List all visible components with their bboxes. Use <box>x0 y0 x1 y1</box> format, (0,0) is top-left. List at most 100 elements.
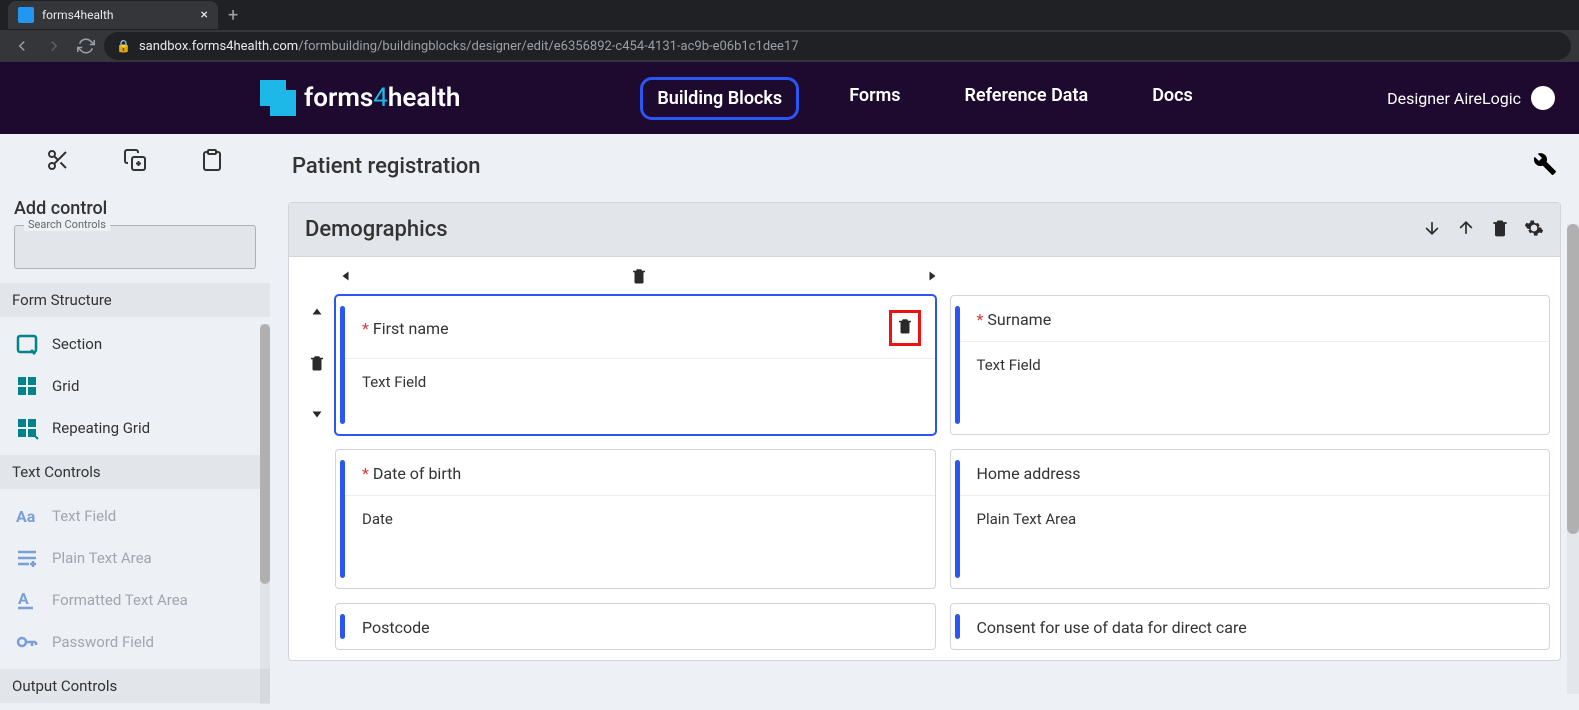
back-button[interactable] <box>8 32 36 60</box>
plain-text-area-icon <box>14 545 40 571</box>
control-label: Formatted Text Area <box>52 591 188 609</box>
repeating-grid-icon <box>14 415 40 441</box>
text-field-icon: Aa <box>14 503 40 529</box>
section-title: Demographics <box>305 217 448 242</box>
section-delete-button[interactable] <box>1490 218 1510 242</box>
sidebar-scrollbar[interactable] <box>260 324 270 704</box>
section-settings-button[interactable] <box>1524 218 1544 242</box>
address-bar: 🔒 sandbox.forms4health.com/formbuilding/… <box>0 30 1579 62</box>
user-name: Designer AireLogic <box>1387 89 1521 108</box>
control-label: Repeating Grid <box>52 419 150 437</box>
control-label: Text Field <box>52 507 116 525</box>
col-delete-button[interactable] <box>630 267 648 289</box>
group-text-controls-header[interactable]: Text Controls <box>0 455 270 489</box>
row-delete-button[interactable] <box>308 354 326 376</box>
section-demographics: Demographics <box>288 202 1561 661</box>
add-control-panel: Add control Search Controls <box>0 190 270 283</box>
favicon-icon <box>18 7 34 23</box>
lock-icon: 🔒 <box>116 39 131 53</box>
canvas-scroll-thumb[interactable] <box>1567 224 1579 534</box>
required-mark: * <box>362 319 369 338</box>
control-repeating-grid[interactable]: Repeating Grid <box>0 407 270 449</box>
field-label: Surname <box>987 310 1051 329</box>
field-label: First name <box>373 319 449 338</box>
field-surname[interactable]: * Surname Text Field <box>950 295 1551 435</box>
control-section[interactable]: Section <box>0 323 270 365</box>
browser-chrome: forms4health × + 🔒 sandbox.forms4health.… <box>0 0 1579 62</box>
search-controls-input[interactable] <box>14 225 256 269</box>
browser-tab[interactable]: forms4health × <box>8 1 218 29</box>
col-move-right-button[interactable] <box>925 267 943 289</box>
sidebar-toolbar <box>0 134 270 190</box>
field-label: Consent for use of data for direct care <box>977 618 1247 637</box>
url-path: /formbuilding/buildingblocks/designer/ed… <box>298 39 798 54</box>
user-area[interactable]: Designer AireLogic <box>1387 86 1555 110</box>
group-form-structure-header[interactable]: Form Structure <box>0 283 270 317</box>
control-password-field[interactable]: Password Field <box>0 621 270 663</box>
column-toolbar <box>299 265 943 295</box>
nav-forms[interactable]: Forms <box>835 77 914 120</box>
control-label: Plain Text Area <box>52 549 152 567</box>
field-consent[interactable]: Consent for use of data for direct care <box>950 603 1551 650</box>
new-tab-button[interactable]: + <box>228 5 238 26</box>
field-date-of-birth[interactable]: * Date of birth Date <box>335 449 936 589</box>
field-delete-button[interactable] <box>889 310 921 346</box>
control-grid[interactable]: Grid <box>0 365 270 407</box>
svg-text:Aa: Aa <box>16 507 36 526</box>
logo-text-b: 4 <box>373 83 388 113</box>
row-move-down-button[interactable] <box>308 407 326 429</box>
section-move-up-button[interactable] <box>1456 218 1476 242</box>
field-type: Plain Text Area <box>959 496 1550 542</box>
field-label: Home address <box>977 464 1081 483</box>
url-host: sandbox.forms4health.com <box>139 39 298 54</box>
control-label: Grid <box>52 377 79 395</box>
nav-docs[interactable]: Docs <box>1138 77 1207 120</box>
logo-icon <box>260 80 296 116</box>
control-formatted-text-area[interactable]: A Formatted Text Area <box>0 579 270 621</box>
reload-button[interactable] <box>72 32 100 60</box>
cut-button[interactable] <box>46 148 70 176</box>
field-home-address[interactable]: Home address Plain Text Area <box>950 449 1551 589</box>
sidebar: Add control Search Controls Form Structu… <box>0 134 270 710</box>
page-title: Patient registration <box>292 154 481 179</box>
tab-title: forms4health <box>42 8 114 22</box>
required-mark: * <box>362 464 369 483</box>
control-plain-text-area[interactable]: Plain Text Area <box>0 537 270 579</box>
avatar-icon <box>1531 86 1555 110</box>
logo-text-a: forms <box>304 83 373 113</box>
settings-button[interactable] <box>1533 152 1557 180</box>
field-label: Date of birth <box>373 464 461 483</box>
field-type: Date <box>344 496 935 542</box>
canvas: Patient registration Demographics <box>270 134 1579 710</box>
control-label: Section <box>52 335 102 353</box>
section-icon <box>14 331 40 357</box>
control-label: Password Field <box>52 633 154 651</box>
sidebar-scroll-thumb[interactable] <box>260 324 270 584</box>
nav-building-blocks[interactable]: Building Blocks <box>640 77 799 120</box>
row-move-up-button[interactable] <box>308 301 326 323</box>
copy-button[interactable] <box>123 148 147 176</box>
col-move-left-button[interactable] <box>335 267 353 289</box>
password-field-icon <box>14 629 40 655</box>
section-move-down-button[interactable] <box>1422 218 1442 242</box>
close-tab-icon[interactable]: × <box>201 7 208 23</box>
app-header: forms4health Building Blocks Forms Refer… <box>0 62 1579 134</box>
app-logo[interactable]: forms4health <box>260 80 460 116</box>
nav-reference-data[interactable]: Reference Data <box>950 77 1102 120</box>
field-first-name[interactable]: * First name Text Field <box>335 295 936 435</box>
svg-text:A: A <box>18 589 29 608</box>
main-nav: Building Blocks Forms Reference Data Doc… <box>640 77 1206 120</box>
field-type: Text Field <box>344 359 935 405</box>
workspace: Add control Search Controls Form Structu… <box>0 134 1579 710</box>
logo-text-c: health <box>388 83 460 113</box>
search-label: Search Controls <box>24 218 110 231</box>
group-output-controls-header[interactable]: Output Controls <box>0 669 270 703</box>
control-text-field[interactable]: Aa Text Field <box>0 495 270 537</box>
grid-icon <box>14 373 40 399</box>
field-postcode[interactable]: Postcode <box>335 603 936 650</box>
add-control-title: Add control <box>14 198 256 219</box>
url-field[interactable]: 🔒 sandbox.forms4health.com/formbuilding/… <box>104 32 1571 60</box>
paste-button[interactable] <box>200 148 224 176</box>
forward-button[interactable] <box>40 32 68 60</box>
canvas-scrollbar[interactable] <box>1567 224 1579 694</box>
